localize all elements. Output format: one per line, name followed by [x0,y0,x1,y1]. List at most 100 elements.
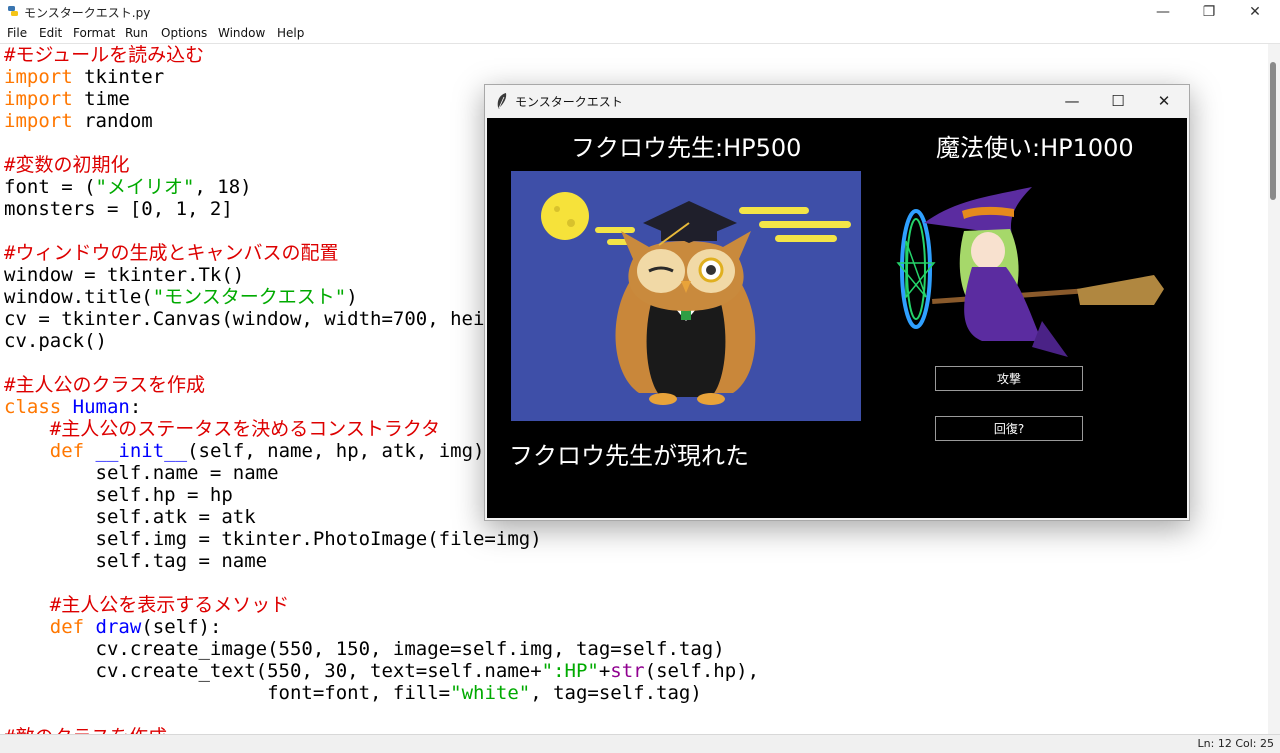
code-line[interactable]: #主人公のステータスを決めるコンストラクタ [4,418,440,440]
status-bar: Ln: 12 Col: 25 [0,734,1280,753]
code-line[interactable]: window.title("モンスタークエスト") [4,286,358,308]
code-line[interactable]: cv = tkinter.Canvas(window, width=700, h… [4,308,519,330]
code-token: + [598,660,611,682]
code-token: ":HP" [541,660,599,682]
player-hp-text: 魔法使い:HP1000 [936,134,1134,162]
code-line[interactable]: self.atk = atk [4,506,256,528]
code-token: random [72,110,153,132]
code-token: import [4,66,73,88]
cursor-position: Ln: 12 Col: 25 [1197,737,1274,750]
scrollbar-thumb[interactable] [1270,62,1276,200]
game-canvas[interactable]: フクロウ先生:HP500 魔法使い:HP1000 攻撃 回復? フクロウ先生が現… [487,118,1187,518]
code-line[interactable]: self.hp = hp [4,484,233,506]
code-token: "white" [450,682,531,704]
code-token: (self, name, hp, atk, img): [187,440,496,462]
code-token: cv.pack() [4,330,107,352]
code-token: window.title( [4,286,153,308]
code-token: font=font, fill= [4,682,451,704]
code-line[interactable]: #ウィンドウの生成とキャンバスの配置 [4,242,338,264]
owl-professor-image [511,171,861,421]
game-window-title: モンスタークエスト [515,95,623,109]
menu-file[interactable]: File [7,26,27,40]
enemy-hp-text: フクロウ先生:HP500 [571,134,802,162]
code-token: import [4,88,73,110]
code-token: class [4,396,62,418]
code-token: , tag=self.tag) [530,682,702,704]
code-token: (self): [141,616,222,638]
code-line[interactable]: #主人公を表示するメソッド [4,594,289,616]
code-token: tkinter [72,66,165,88]
code-line[interactable]: self.img = tkinter.PhotoImage(file=img) [4,528,542,550]
menu-edit[interactable]: Edit [39,26,62,40]
code-line[interactable]: #主人公のクラスを作成 [4,374,205,396]
code-token: #敵のクラスを作成 [4,726,167,734]
code-token: draw [95,616,142,638]
code-line[interactable]: self.tag = name [4,550,268,572]
battle-message: フクロウ先生が現れた [509,442,749,470]
code-token: font = ( [4,176,96,198]
code-token: "メイリオ" [95,176,195,198]
code-token: #モジュールを読み込む [4,44,205,66]
editor-title-bar: モンスタークエスト.py — ❐ ✕ [0,0,1280,24]
code-line[interactable]: cv.pack() [4,330,107,352]
code-line[interactable]: font=font, fill="white", tag=self.tag) [4,682,702,704]
code-line[interactable]: import tkinter [4,66,164,88]
minimize-button[interactable]: — [1140,0,1186,24]
code-token: cv.create_image(550, 150, image=self.img… [4,638,725,660]
code-line[interactable]: cv.create_text(550, 30, text=self.name+"… [4,660,760,682]
attack-button[interactable]: 攻撃 [935,366,1083,391]
code-line[interactable]: #変数の初期化 [4,154,129,176]
game-maximize-button[interactable]: ☐ [1095,85,1141,117]
heal-button[interactable]: 回復? [935,416,1083,441]
code-token: cv = tkinter.Canvas(window, width=700, h… [4,308,519,330]
code-line[interactable]: window = tkinter.Tk() [4,264,244,286]
code-line[interactable]: self.name = name [4,462,279,484]
menu-window[interactable]: Window [218,26,265,40]
code-token: self.atk = atk [4,506,256,528]
code-line[interactable]: monsters = [0, 1, 2] [4,198,233,220]
code-line[interactable]: font = ("メイリオ", 18) [4,176,252,198]
code-token: #主人公のクラスを作成 [4,374,206,396]
code-line[interactable]: #敵のクラスを作成 [4,726,167,734]
code-token: window = tkinter.Tk() [4,264,245,286]
code-token: import [4,110,73,132]
code-token: str [610,660,645,682]
code-line[interactable]: class Human: [4,396,141,418]
maximize-button[interactable]: ❐ [1186,0,1232,24]
code-token: monsters = [0, 1, 2] [4,198,233,220]
code-line[interactable]: def __init__(self, name, hp, atk, img): [4,440,496,462]
game-minimize-button[interactable]: — [1049,85,1095,117]
game-close-button[interactable]: ✕ [1141,85,1187,117]
code-token: __init__ [95,440,188,462]
menu-run[interactable]: Run [125,26,148,40]
menu-help[interactable]: Help [277,26,304,40]
code-token: ) [346,286,358,308]
code-token: Human [72,396,130,418]
code-token: : [129,396,142,418]
game-title-bar: モンスタークエスト — ☐ ✕ [485,85,1189,117]
code-token: #主人公のステータスを決めるコンストラクタ [49,418,441,440]
code-token: self.name = name [4,462,279,484]
code-token: def [49,440,85,462]
code-token: cv.create_text(550, 30, text=self.name+ [4,660,542,682]
code-line[interactable]: #モジュールを読み込む [4,44,204,66]
witch-on-broom-image [892,171,1177,361]
python-file-icon [8,6,18,16]
game-window[interactable]: モンスタークエスト — ☐ ✕ フクロウ先生:HP500 魔法使い:HP1000 [484,84,1190,521]
menu-format[interactable]: Format [73,26,115,40]
code-token: "モンスタークエスト" [152,286,347,308]
code-token: self.hp = hp [4,484,233,506]
code-line[interactable]: cv.create_image(550, 150, image=self.img… [4,638,725,660]
code-line[interactable]: import random [4,110,153,132]
code-line[interactable]: import time [4,88,130,110]
code-token: self.img = tkinter.PhotoImage(file=img) [4,528,542,550]
close-button[interactable]: ✕ [1232,0,1278,24]
code-line[interactable]: def draw(self): [4,616,222,638]
menu-options[interactable]: Options [161,26,207,40]
code-token: , 18) [194,176,252,198]
